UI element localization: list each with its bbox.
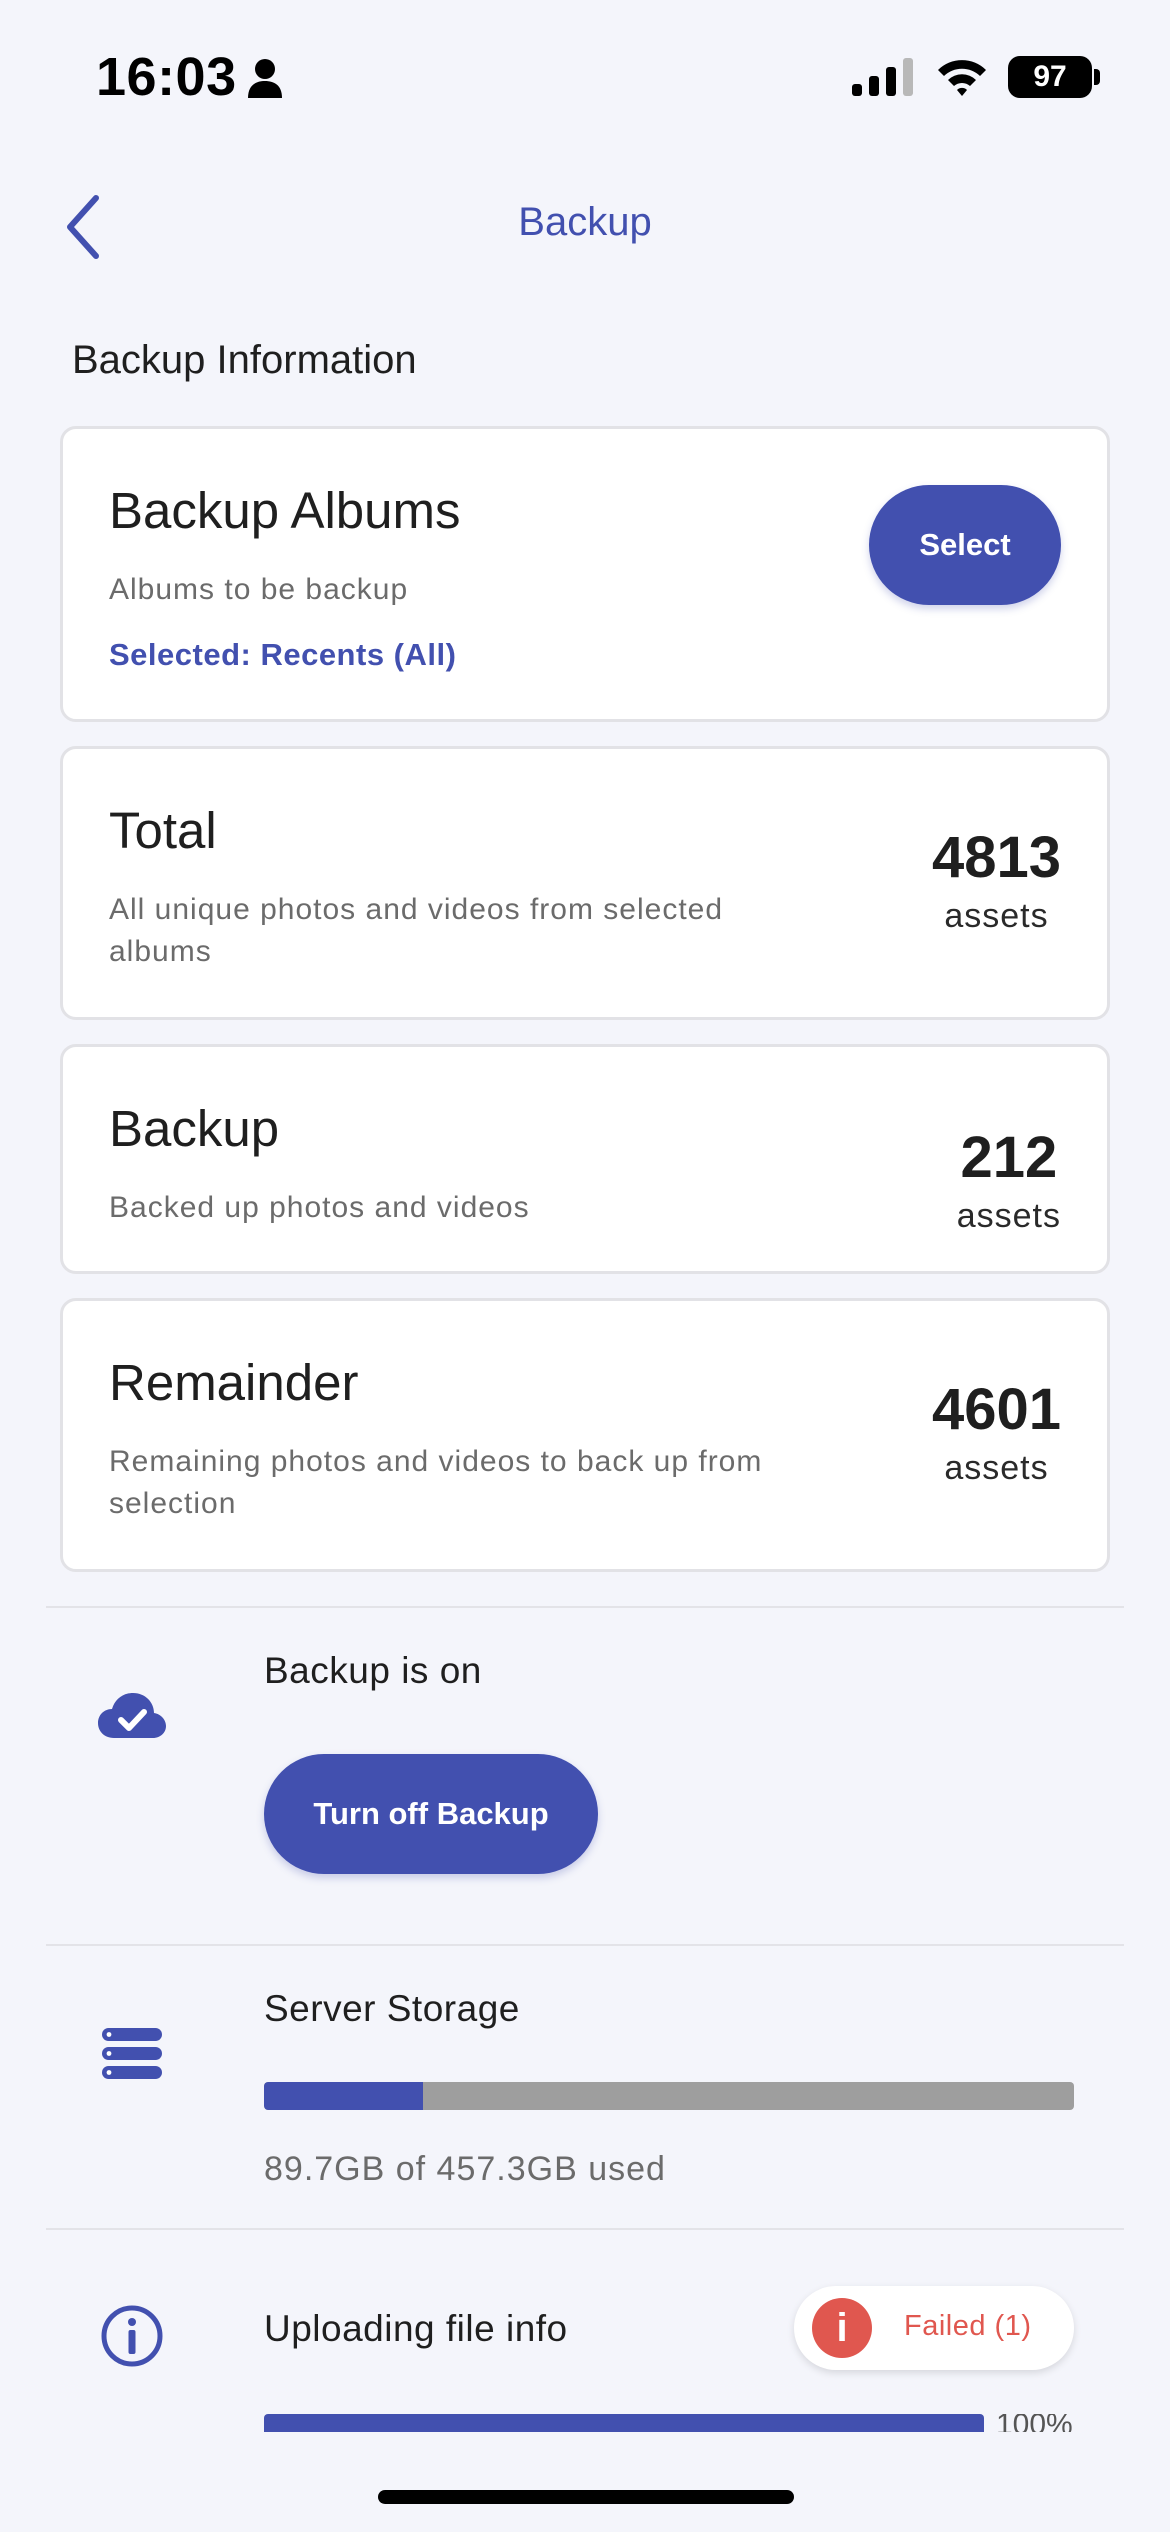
card-title: Total [109, 802, 217, 859]
backup-count: 212 assets [957, 1123, 1061, 1239]
server-storage-label: Server Storage [264, 1988, 520, 2029]
divider [46, 1944, 1124, 1946]
count-value: 4813 [931, 825, 1061, 890]
backup-albums-card: Backup Albums Albums to be backup Select… [60, 426, 1110, 722]
home-indicator[interactable] [378, 2490, 794, 2504]
storage-progress-bar [264, 2082, 1074, 2110]
card-title: Backup [109, 1100, 280, 1157]
count-unit: assets [956, 1197, 1061, 1235]
storage-usage-text: 89.7GB of 457.3GB used [264, 2150, 666, 2188]
storage-progress-fill [264, 2082, 423, 2110]
upload-progress: 100% [264, 2414, 1094, 2432]
signal-icon [852, 58, 913, 96]
card-subtitle-line2: selection [109, 1487, 237, 1520]
card-subtitle-line2: albums [109, 935, 212, 968]
backup-count-card: Backup Backed up photos and videos 212 a… [60, 1044, 1110, 1274]
battery-tip [1094, 69, 1100, 85]
card-title: Remainder [109, 1354, 359, 1411]
info-icon [101, 2305, 163, 2367]
card-title: Backup Albums [109, 482, 461, 539]
count-unit: assets [944, 897, 1049, 935]
card-subtitle-line1: Remaining photos and videos to back up f… [109, 1445, 763, 1478]
turn-off-backup-button[interactable]: Turn off Backup [264, 1754, 598, 1874]
card-subtitle: Albums to be backup [109, 573, 409, 606]
remainder-card: Remainder Remaining photos and videos to… [60, 1298, 1110, 1572]
page-title: Backup [518, 200, 652, 244]
divider [46, 1606, 1124, 1608]
count-unit: assets [944, 1449, 1049, 1487]
card-subtitle: Backed up photos and videos [109, 1191, 530, 1224]
remainder-count: 4601 assets [932, 1375, 1061, 1491]
failed-count-label: Failed (1) [904, 2310, 1032, 2342]
divider [46, 2228, 1124, 2230]
upload-progress-bar [264, 2414, 984, 2432]
select-albums-button[interactable]: Select [869, 485, 1061, 605]
total-count: 4813 assets [932, 823, 1061, 939]
failed-uploads-chip[interactable]: i Failed (1) [794, 2286, 1074, 2370]
upload-progress-percent: 100% [996, 2414, 1073, 2432]
server-icon [102, 2028, 162, 2079]
error-icon: i [812, 2298, 872, 2358]
section-title: Backup Information [72, 338, 417, 382]
uploading-file-info-label: Uploading file info [264, 2308, 568, 2349]
selected-albums-text: Selected: Recents (All) [109, 637, 457, 672]
status-bar: 16:03 97 [0, 0, 1170, 150]
person-icon [248, 59, 282, 98]
backup-status-label: Backup is on [264, 1650, 482, 1691]
wifi-icon [938, 60, 986, 96]
card-subtitle-line1: All unique photos and videos from select… [109, 893, 724, 926]
backup-screen: 16:03 97 Backup Backup Information Backu… [0, 0, 1170, 2532]
status-time: 16:03 [96, 47, 237, 107]
total-card: Total All unique photos and videos from … [60, 746, 1110, 1020]
battery-indicator: 97 [1008, 56, 1092, 98]
count-value: 4601 [931, 1377, 1061, 1442]
cloud-check-icon [98, 1693, 166, 1738]
count-value: 212 [960, 1125, 1058, 1190]
